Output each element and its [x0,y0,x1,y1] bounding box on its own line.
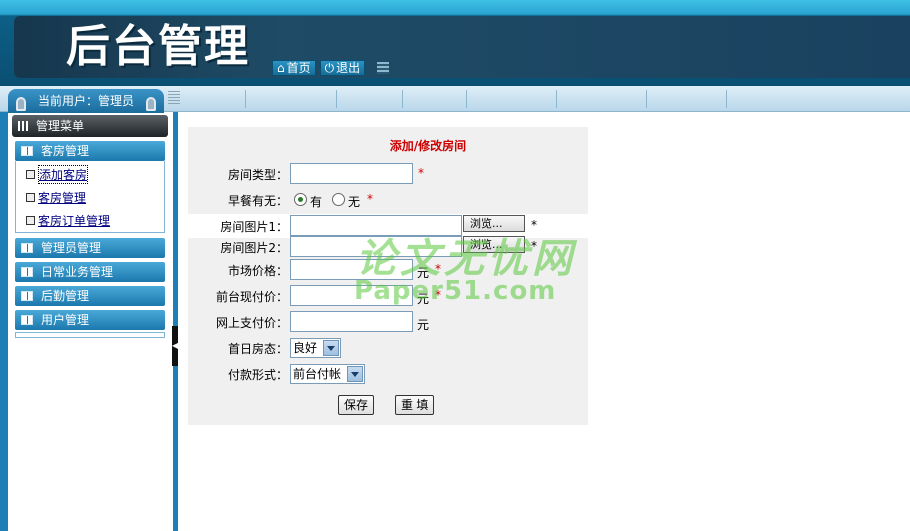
sidebar-section-rooms[interactable]: 客房管理 [15,141,165,161]
form-row-online-price: 网上支付价： 元 [188,310,588,334]
save-button[interactable]: 保存 [338,395,375,415]
first-day-status-value: 良好 [293,341,318,355]
sidebar-section-admins[interactable]: 管理员管理 [15,238,165,258]
section-label: 客房管理 [41,144,90,158]
tab-divider [556,90,557,108]
required-mark: * [367,192,373,206]
online-price-unit: 元 [417,318,430,332]
form-row-room-type: 房间类型： * [188,162,588,186]
payment-method-value: 前台付帐 [293,367,342,381]
top-nav: ⌂ 首页 ⏻ 退出 [272,60,390,76]
reset-button[interactable]: 重 填 [395,395,435,415]
menu-title-label: 管理菜单 [36,119,85,133]
sidebar-section-daily[interactable]: 日常业务管理 [15,262,165,282]
breakfast-no-radio[interactable] [332,193,345,206]
sidebar-section-logistics[interactable]: 后勤管理 [15,286,165,306]
current-user-label: 当前用户：管理员 [37,94,134,108]
rooms-submenu: 添加客房 客房管理 客房订单管理 [15,161,165,233]
logout-label: 退出 [336,61,361,75]
section-label: 日常业务管理 [41,265,114,279]
list-item: 客房订单管理 [26,211,110,229]
payment-method-select[interactable]: 前台付帐 [290,364,365,384]
front-price-label: 前台现付价： [215,290,288,304]
hook-icon [146,97,156,111]
form-row-first-day-status: 首日房态： 良好 [188,336,588,360]
breakfast-yes-label: 有 [310,195,323,209]
first-day-status-label: 首日房态： [227,342,288,356]
tab-divider [726,90,727,108]
document-icon [26,169,35,179]
grid-icon [18,121,30,131]
required-mark: * [418,166,424,180]
first-day-status-select[interactable]: 良好 [290,338,341,358]
tab-divider [245,90,246,108]
list-item: 添加客房 [26,164,89,184]
logout-button[interactable]: ⏻ 退出 [319,60,366,76]
current-user-box: 当前用户：管理员 [8,89,164,113]
header-bar: 后台管理 ⌂ 首页 ⏻ 退出 [0,0,910,86]
breakfast-no-label: 无 [348,195,361,209]
sidebar-collapse-toggle[interactable]: ◀ [172,326,178,366]
image2-label: 房间图片2： [220,241,288,255]
online-price-input[interactable] [290,311,413,332]
payment-method-label: 付款形式： [227,368,288,382]
breakfast-yes-radio[interactable] [294,193,307,206]
menu-title: 管理菜单 [12,115,168,137]
book-icon [21,146,33,156]
document-icon [26,215,35,225]
hook-icon [16,97,26,111]
breakfast-label: 早餐有无： [227,194,288,208]
form-row-breakfast: 早餐有无： 有 无 * [188,188,588,212]
sidebar: 管理菜单 客房管理 添加客房 客房管理 客房订单管理 管理员管理 日常业务管理 … [8,112,173,531]
chevron-down-icon [323,340,339,356]
chevron-down-icon [347,366,363,382]
list-item: 客房管理 [26,188,86,206]
link-add-room[interactable]: 添加客房 [38,164,89,184]
tab-divider [336,90,337,108]
tabbar-grip-icon[interactable] [168,91,180,105]
section-label: 后勤管理 [41,289,90,303]
tab-divider [466,90,467,108]
image1-label: 房间图片1： [220,220,288,234]
book-icon [21,291,33,301]
menu-grip-icon[interactable] [377,62,390,74]
left-frame: 管理菜单 客房管理 添加客房 客房管理 客房订单管理 管理员管理 日常业务管理 … [0,112,178,531]
section-label: 用户管理 [41,313,90,327]
watermark-url: Paper51.com [354,276,557,306]
book-icon [21,267,33,277]
link-room-orders[interactable]: 客房订单管理 [38,212,110,229]
power-icon: ⏻ [324,61,335,75]
home-label: 首页 [286,61,311,75]
market-price-label: 市场价格： [227,264,288,278]
tab-divider [402,90,403,108]
document-icon [26,192,35,202]
online-price-label: 网上支付价： [215,316,288,330]
book-icon [21,243,33,253]
form-row-payment-method: 付款形式： 前台付帐 [188,362,588,386]
sidebar-footer [15,332,165,338]
form-title: 添加/修改房间 [389,139,467,153]
link-room-management[interactable]: 客房管理 [38,189,86,206]
home-icon: ⌂ [277,61,285,75]
book-icon [21,315,33,325]
app-logo: 后台管理 [66,21,250,72]
tab-divider [646,90,647,108]
home-button[interactable]: ⌂ 首页 [272,60,316,76]
sidebar-section-users[interactable]: 用户管理 [15,310,165,330]
section-label: 管理员管理 [41,241,102,255]
room-type-input[interactable] [290,163,413,184]
room-type-label: 房间类型： [227,168,288,182]
